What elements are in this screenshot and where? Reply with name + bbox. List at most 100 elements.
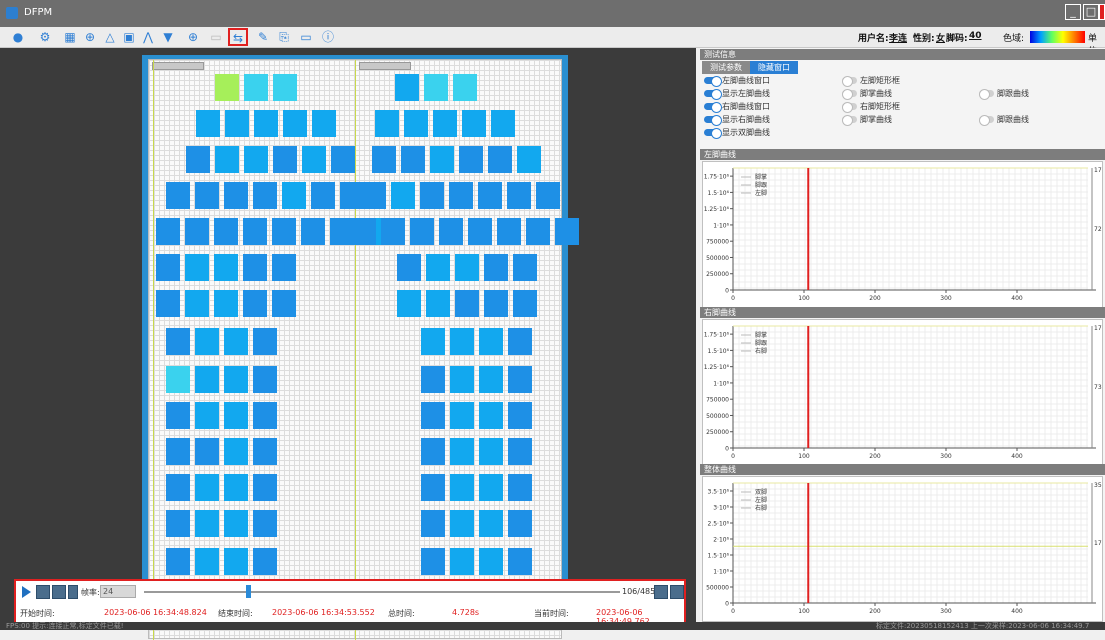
right-pressure-cell [555, 218, 579, 245]
left-pressure-cell [273, 74, 297, 101]
image-icon[interactable]: ▣ [121, 29, 137, 45]
switch-icon[interactable] [704, 89, 722, 100]
left-pressure-cell [166, 438, 190, 465]
right-pressure-cell [381, 218, 405, 245]
next-frame-button[interactable] [68, 585, 78, 599]
y-tick-label: 1.75·10⁶ [704, 174, 730, 181]
left-pressure-cell [302, 146, 326, 173]
left-pressure-cell [273, 146, 297, 173]
test-info-header: 测试信息 [700, 49, 1105, 60]
left-pressure-cell [156, 254, 180, 281]
y-tick-label: 2·10⁶ [713, 537, 729, 544]
left-pressure-cell [195, 402, 219, 429]
toggle-item[interactable]: 右脚曲线窗口 [702, 101, 806, 113]
user-icon[interactable]: ● [10, 29, 26, 45]
left-pressure-cell [195, 438, 219, 465]
right-pressure-cell [488, 146, 512, 173]
export-icon[interactable]: ⎘ [276, 29, 292, 45]
switch-icon[interactable] [842, 102, 857, 113]
waveform-icon[interactable]: ⋀ [140, 29, 156, 45]
right-axis-mid-label: 73 [1094, 384, 1102, 391]
stop-button[interactable] [52, 585, 66, 599]
right-pressure-cell [517, 146, 541, 173]
frame-rate-input[interactable]: 24 [100, 585, 136, 598]
toggle-item[interactable]: 右脚矩形框 [840, 101, 944, 113]
left-foot-tag [152, 62, 204, 70]
grid-icon[interactable]: ▦ [62, 29, 78, 45]
left-pressure-cell [156, 290, 180, 317]
toggle-item[interactable]: 脚跟曲线 [977, 88, 1081, 100]
right-pressure-cell [508, 474, 532, 501]
switch-icon[interactable] [704, 76, 722, 87]
current-time-label: 当前时间: [534, 609, 569, 618]
right-pressure-cell [404, 110, 428, 137]
left-pressure-cell [195, 510, 219, 537]
right-pressure-cell [439, 218, 463, 245]
right-pressure-cell [397, 290, 421, 317]
switch-icon[interactable] [704, 128, 722, 139]
toggle-item[interactable]: 脚掌曲线 [840, 88, 944, 100]
toggle-item[interactable]: 脚跟曲线 [977, 114, 1081, 126]
toggle-icon[interactable]: ▭ [298, 29, 314, 45]
left-pressure-cell [224, 474, 248, 501]
right-pressure-cell [478, 182, 502, 209]
settings-icon[interactable]: ⚙ [37, 29, 53, 45]
right-pressure-cell [508, 510, 532, 537]
tab-test-params[interactable]: 测试参数 [702, 61, 750, 74]
step-forward-button[interactable] [670, 585, 684, 599]
close-button[interactable] [1099, 4, 1105, 20]
legend-label: 脚掌 [755, 331, 767, 339]
right-pressure-cell [410, 218, 434, 245]
step-back-button[interactable] [654, 585, 668, 599]
funnel-icon[interactable]: ▼ [160, 29, 176, 45]
left-pressure-cell [166, 366, 190, 393]
left-pressure-cell [166, 510, 190, 537]
switch-icon[interactable] [979, 89, 994, 100]
right-pressure-cell [450, 366, 474, 393]
y-tick-label: 2.5·10⁶ [708, 521, 730, 528]
minimize-button[interactable]: _ [1065, 4, 1081, 20]
switch-icon[interactable] [842, 115, 857, 126]
prev-frame-button[interactable] [36, 585, 50, 599]
target-icon[interactable]: ⊕ [185, 29, 201, 45]
info-icon[interactable]: ⓘ [320, 29, 336, 45]
timeline-thumb[interactable] [245, 585, 251, 598]
start-time-value: 2023-06-06 16:34:48.824 [104, 608, 207, 617]
right-pressure-cell [462, 110, 486, 137]
foot-icon[interactable]: △ [102, 29, 118, 45]
toggle-item[interactable]: 脚掌曲线 [840, 114, 944, 126]
play-icon[interactable] [22, 586, 31, 598]
timeline-track[interactable] [144, 591, 620, 593]
left-pressure-cell [224, 182, 248, 209]
left-pressure-cell [272, 254, 296, 281]
x-tick-label: 100 [798, 295, 810, 302]
right-pressure-cell [421, 328, 445, 355]
right-pressure-cell [484, 254, 508, 281]
toggle-item[interactable]: 显示左脚曲线 [702, 88, 806, 100]
switch-icon[interactable] [842, 76, 857, 87]
switch-icon[interactable] [842, 89, 857, 100]
right-pressure-cell [449, 182, 473, 209]
switch-icon[interactable] [704, 115, 722, 126]
toggle-item[interactable]: 显示双脚曲线 [702, 127, 806, 139]
swap-icon[interactable]: ⇆ [228, 28, 248, 46]
brush-icon[interactable]: ✎ [255, 29, 271, 45]
toggle-item[interactable]: 左脚矩形框 [840, 75, 944, 87]
y-tick-label: 500000 [706, 255, 729, 262]
legend-label: 左脚 [755, 496, 767, 504]
left-pressure-cell [224, 510, 248, 537]
toggle-item[interactable]: 显示右脚曲线 [702, 114, 806, 126]
left-edge-line [153, 60, 154, 640]
crosshair-icon[interactable]: ⊕ [82, 29, 98, 45]
color-range-label: 色域: [1003, 34, 1025, 44]
tab-hide-window[interactable]: 隐藏窗口 [750, 61, 798, 74]
left-pressure-cell [156, 218, 180, 245]
toggle-item[interactable]: 左脚曲线窗口 [702, 75, 806, 87]
toggle-label: 右脚矩形框 [860, 102, 900, 111]
switch-icon[interactable] [704, 102, 722, 113]
maximize-button[interactable]: □ [1083, 4, 1099, 20]
switch-icon[interactable] [979, 115, 994, 126]
pressure-canvas[interactable] [142, 55, 579, 640]
legend-label: 脚跟 [755, 339, 767, 347]
x-tick-label: 400 [1011, 608, 1023, 615]
